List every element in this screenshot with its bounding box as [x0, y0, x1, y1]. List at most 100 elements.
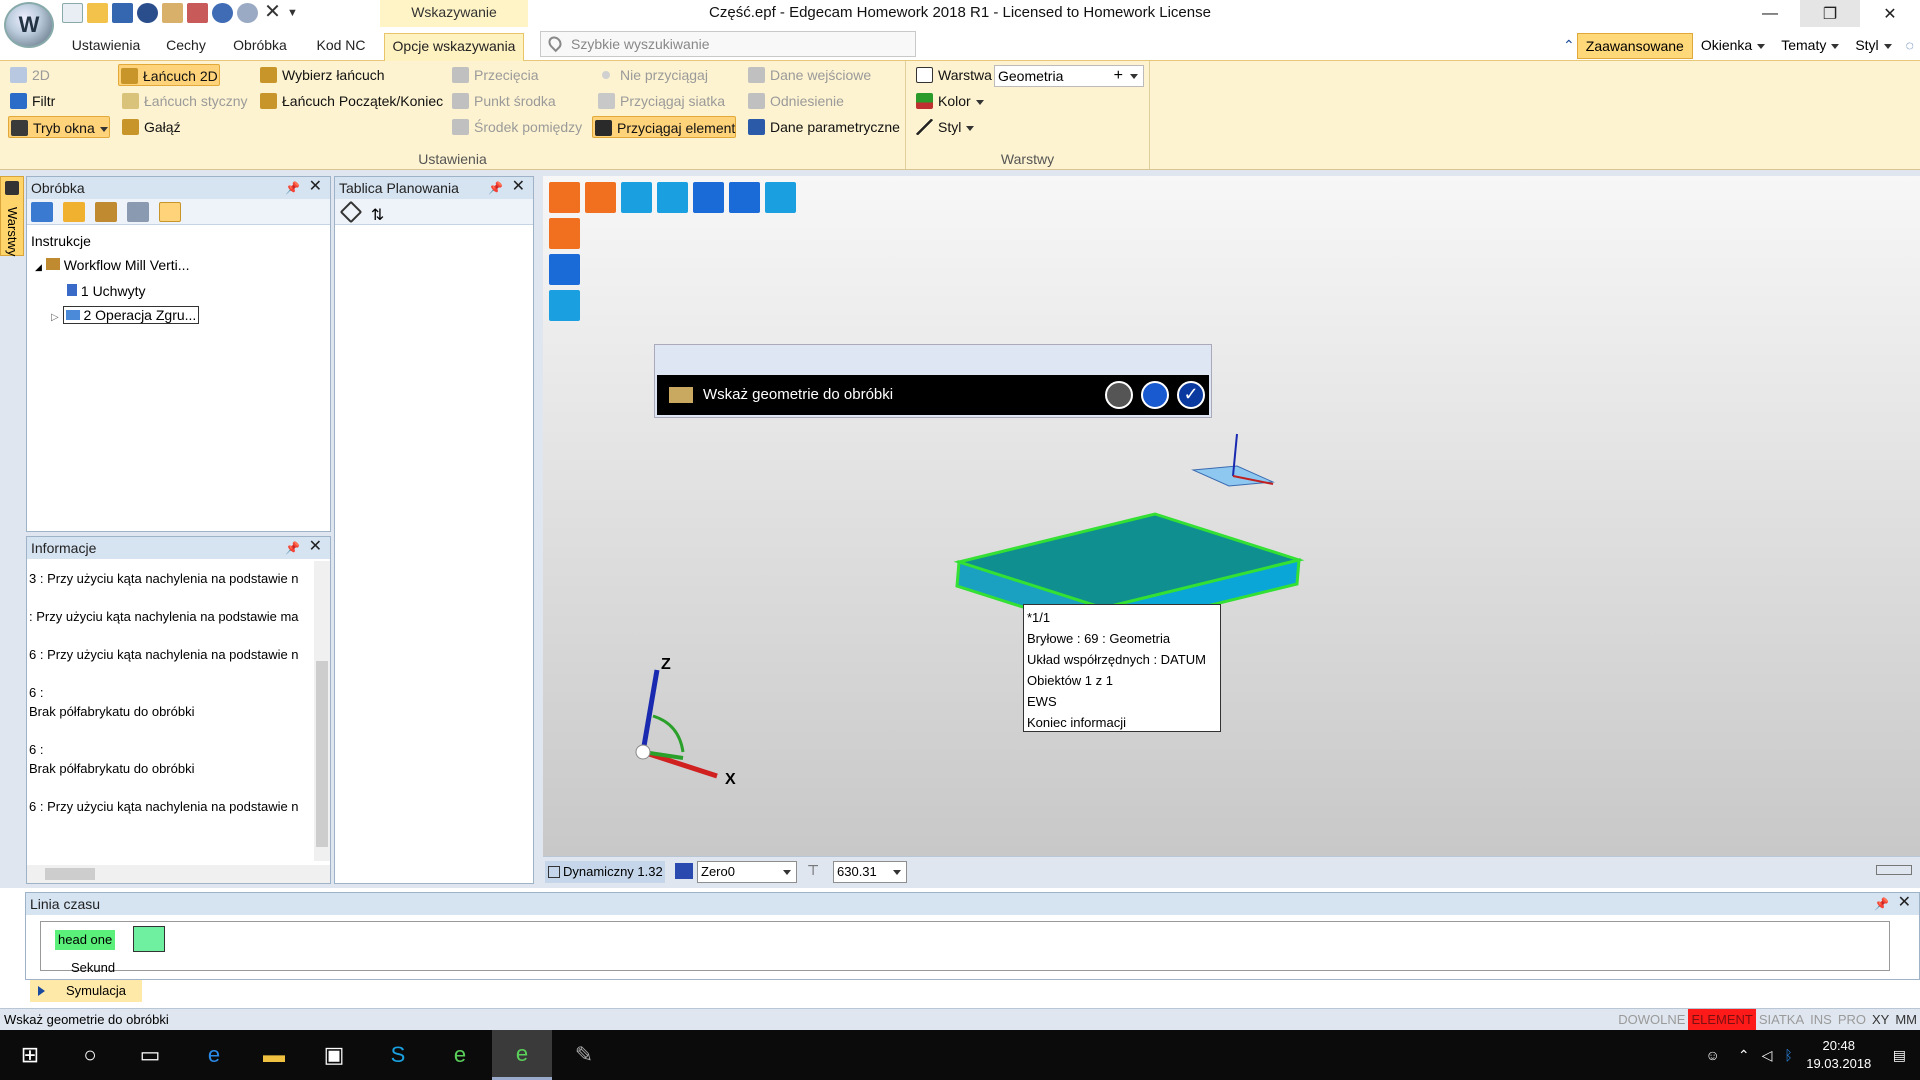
status-flag-ins[interactable]: INS	[1807, 1009, 1835, 1031]
tab-cechy[interactable]: Cechy	[158, 33, 214, 61]
dane-parametryczne-button[interactable]: Dane parametryczne	[746, 116, 900, 138]
galaz-button[interactable]: Gałąź	[120, 116, 181, 138]
timeline-block[interactable]	[133, 926, 165, 952]
sort-icon[interactable]: ⇅	[371, 206, 385, 226]
diamond-icon[interactable]	[339, 200, 363, 224]
paint-icon[interactable]: ✎	[554, 1030, 614, 1080]
close-icon[interactable]: ✕	[309, 536, 322, 558]
tab-zaawansowane[interactable]: Zaawansowane	[1576, 33, 1693, 59]
search-input[interactable]: Szybkie wyszukiwanie	[540, 31, 916, 57]
kolor-button[interactable]: Kolor	[914, 90, 984, 112]
depth-select[interactable]: 630.31	[833, 861, 907, 883]
graphics-viewport[interactable]: Z X	[543, 176, 1920, 856]
nie-przyciagaj-button[interactable]: Nie przyciągaj	[596, 64, 708, 86]
pin-icon[interactable]: 📌	[488, 177, 503, 199]
store-icon[interactable]: ▣	[304, 1030, 364, 1080]
skype-icon[interactable]: S	[368, 1030, 428, 1080]
scroll-thumb[interactable]	[45, 868, 95, 880]
pin-icon[interactable]: 📌	[285, 177, 300, 199]
pin-icon[interactable]: 📌	[285, 537, 300, 559]
view-mode-button[interactable]: Dynamiczny 1.32	[545, 861, 665, 883]
start-icon[interactable]: ⊞	[0, 1030, 60, 1080]
srodek-pomiedzy-button[interactable]: Środek pomiędzy	[450, 116, 582, 138]
przyciagaj-element-button[interactable]: Przyciągaj element	[592, 116, 736, 138]
help-icon[interactable]: ◌	[1900, 33, 1920, 59]
tree-item-operacja[interactable]: ▷ 2 Operacja Zgru...	[31, 303, 200, 330]
mode-2d-button[interactable]: 2D	[8, 64, 50, 86]
przeciecia-button[interactable]: Przecięcia	[450, 64, 539, 86]
prompt-cancel-button[interactable]	[1105, 381, 1133, 409]
tab-obrobka[interactable]: Obróbka	[222, 33, 298, 61]
volume-icon[interactable]: ◁	[1756, 1047, 1779, 1064]
punkt-srodka-button[interactable]: Punkt środka	[450, 90, 556, 112]
tab-okienka[interactable]: Okienka	[1693, 33, 1773, 59]
tray-chevron-icon[interactable]: ⌃	[1732, 1047, 1756, 1064]
bluetooth-icon[interactable]: ᛒ	[1778, 1047, 1798, 1063]
przyciagaj-siatka-button[interactable]: Przyciągaj siatka	[596, 90, 725, 112]
symulacja-tab[interactable]: Symulacja	[30, 980, 142, 1002]
cpl-select[interactable]: Zero0	[697, 861, 797, 883]
list-icon[interactable]	[94, 202, 117, 222]
edge-browser-icon[interactable]: e	[184, 1030, 244, 1080]
tab-opcje-wskazywania[interactable]: Opcje wskazywania	[384, 33, 524, 61]
clock[interactable]: 20:48 19.03.2018	[1799, 1037, 1879, 1073]
lancuch-2d-button[interactable]: Łańcuch 2D	[118, 64, 220, 86]
pin-icon[interactable]: 📌	[1874, 893, 1889, 915]
tree-item-workflow[interactable]: ◢ Workflow Mill Verti...	[31, 253, 199, 279]
plus-icon[interactable]: +	[1114, 66, 1123, 86]
chevron-down-icon	[1831, 43, 1840, 49]
status-flag-mm[interactable]: MM	[1892, 1009, 1920, 1031]
warstwa-button[interactable]: Warstwa	[914, 64, 992, 86]
people-icon[interactable]: ☺	[1694, 1047, 1732, 1063]
expand-triangle-icon[interactable]: ▷	[51, 312, 59, 323]
info-vertical-scrollbar[interactable]	[314, 561, 330, 861]
sync-icon[interactable]	[158, 202, 181, 222]
status-flag-siatka[interactable]: SIATKA	[1756, 1009, 1807, 1031]
star-icon[interactable]	[62, 202, 85, 222]
task-view-icon[interactable]: ▭	[120, 1030, 180, 1080]
minimize-button[interactable]: —	[1740, 0, 1800, 27]
lancuch-pk-button[interactable]: Łańcuch Początek/Koniec	[258, 90, 443, 112]
status-flag-dowolne[interactable]: DOWOLNE	[1615, 1009, 1688, 1031]
tryb-okna-button[interactable]: Tryb okna	[8, 116, 110, 138]
prompt-back-button[interactable]	[1141, 381, 1169, 409]
layer-select[interactable]: Geometria +	[994, 65, 1144, 87]
refresh-icon[interactable]	[31, 202, 53, 222]
close-icon[interactable]: ✕	[512, 176, 525, 198]
collapse-arrow-icon[interactable]: ⌃	[1561, 33, 1577, 59]
notifications-icon[interactable]: ▤	[1879, 1047, 1920, 1064]
info-horizontal-scrollbar[interactable]	[27, 865, 330, 883]
styl-button[interactable]: Styl	[914, 116, 975, 138]
maximize-button[interactable]: ❐	[1800, 0, 1860, 27]
edgecam-active-icon[interactable]: e	[492, 1030, 552, 1080]
timeline-track[interactable]: head one Sekund	[40, 921, 1890, 975]
tree-item-uchwyty[interactable]: 1 Uchwyty	[31, 279, 199, 303]
globe-icon[interactable]	[126, 202, 149, 222]
collapse-triangle-icon[interactable]: ◢	[35, 262, 42, 272]
lancuch-styczny-button[interactable]: Łańcuch styczny	[120, 90, 248, 112]
tab-ustawienia[interactable]: Ustawienia	[62, 33, 150, 61]
status-flag-pro[interactable]: PRO	[1835, 1009, 1869, 1031]
tab-tematy[interactable]: Tematy	[1773, 33, 1847, 59]
file-explorer-icon[interactable]: ▬	[244, 1030, 304, 1080]
layout-toggle-icon[interactable]	[1876, 865, 1912, 875]
filtr-button[interactable]: Filtr	[8, 90, 55, 112]
close-icon[interactable]: ✕	[309, 176, 322, 198]
status-flag-element[interactable]: ELEMENT	[1688, 1009, 1756, 1031]
odniesienie-button[interactable]: Odniesienie	[746, 90, 844, 112]
tab-kod-nc[interactable]: Kod NC	[306, 33, 376, 61]
side-strip-warstwy[interactable]: Warstwy	[0, 176, 24, 256]
search-icon[interactable]: ○	[60, 1030, 120, 1080]
dane-wejsciowe-button[interactable]: Dane wejściowe	[746, 64, 871, 86]
wybierz-lancuch-button[interactable]: Wybierz łańcuch	[258, 64, 385, 86]
prompt-ok-button[interactable]: ✓	[1177, 381, 1205, 409]
chevron-down-icon	[893, 870, 901, 875]
edgecam-icon[interactable]: e	[430, 1030, 490, 1080]
tab-styl[interactable]: Styl	[1847, 33, 1899, 59]
close-icon[interactable]: ✕	[1898, 892, 1911, 914]
tree-root[interactable]: Instrukcje	[31, 229, 199, 253]
scroll-thumb[interactable]	[316, 661, 328, 847]
status-flag-xy[interactable]: XY	[1869, 1009, 1892, 1031]
app-logo[interactable]: W	[4, 2, 54, 48]
close-button[interactable]: ✕	[1860, 0, 1920, 27]
